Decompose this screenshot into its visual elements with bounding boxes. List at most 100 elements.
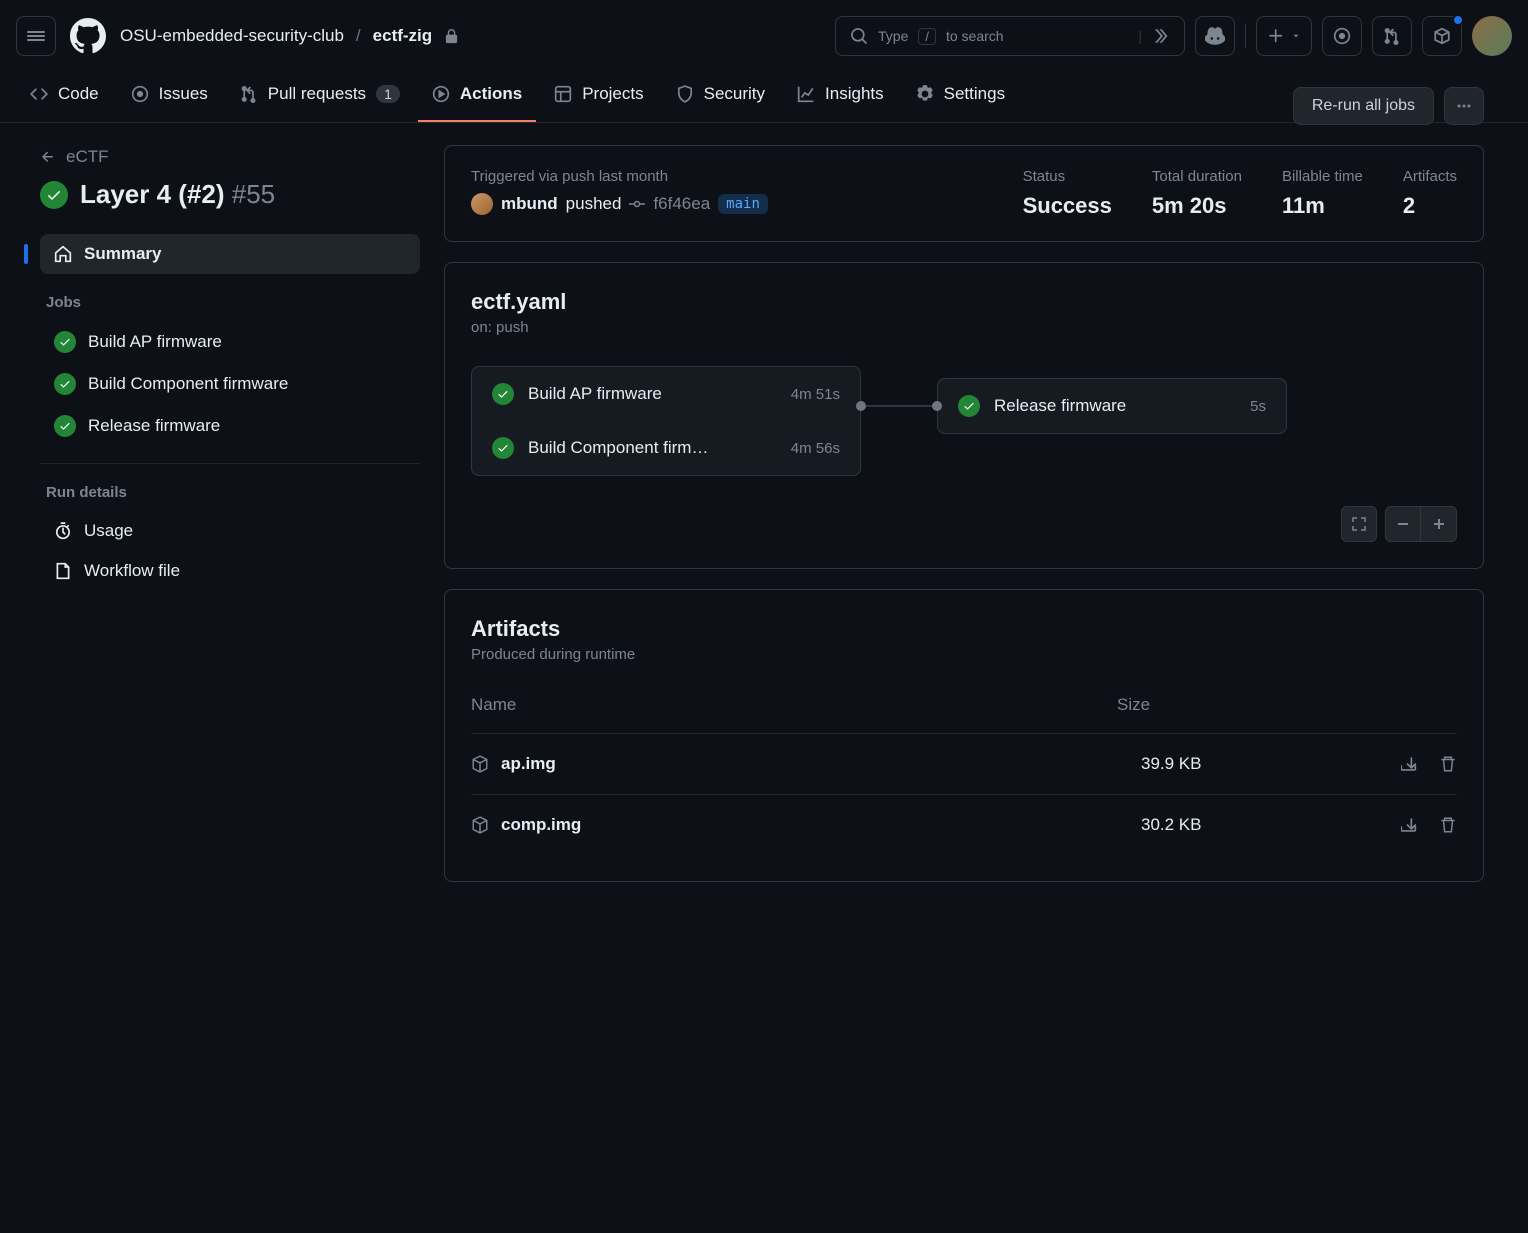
pull-requests-button[interactable]: [1372, 16, 1412, 56]
hamburger-menu[interactable]: [16, 16, 56, 56]
billable-value: 11m: [1282, 193, 1363, 219]
user-avatar[interactable]: [1472, 16, 1512, 56]
col-size-header: Size: [1117, 695, 1457, 715]
sidebar-job-1-label: Build Component firmware: [88, 374, 288, 394]
fullscreen-button[interactable]: [1341, 506, 1377, 542]
sidebar-summary-label: Summary: [84, 244, 161, 264]
topbar: OSU-embedded-security-club / ectf-zig Ty…: [0, 0, 1528, 64]
pr-icon: [240, 85, 258, 103]
sidebar-item-summary[interactable]: Summary: [40, 234, 420, 274]
sidebar-job-2[interactable]: Release firmware: [40, 405, 420, 447]
home-icon: [54, 245, 72, 263]
user-avatar-small[interactable]: [471, 193, 493, 215]
artifact-count-label: Artifacts: [1403, 168, 1457, 185]
workflow-card: ectf.yaml on: push Build AP firmware 4m …: [444, 262, 1484, 569]
kebab-icon: [1456, 98, 1472, 114]
job-node-0[interactable]: Build AP firmware 4m 51s: [472, 367, 860, 421]
tab-code-label: Code: [58, 84, 99, 104]
fullscreen-icon: [1351, 516, 1367, 532]
workflow-trigger: on: push: [471, 319, 1457, 336]
trash-icon: [1439, 755, 1457, 773]
command-palette-icon[interactable]: [1152, 27, 1170, 45]
more-actions-button[interactable]: [1444, 87, 1484, 125]
col-name-header: Name: [471, 695, 1117, 715]
package-icon: [471, 755, 489, 773]
breadcrumb-repo[interactable]: ectf-zig: [373, 26, 433, 46]
sidebar-item-workflow-file[interactable]: Workflow file: [40, 551, 420, 591]
lock-icon: [444, 29, 459, 44]
branch-badge[interactable]: main: [718, 194, 768, 214]
search-suffix: to search: [946, 28, 1004, 44]
job-node-2[interactable]: Release firmware 5s: [938, 379, 1286, 433]
minus-icon: [1395, 516, 1411, 532]
sidebar-details-label: Run details: [46, 484, 420, 501]
issues-button[interactable]: [1322, 16, 1362, 56]
search-input[interactable]: Type / to search |: [835, 16, 1185, 56]
artifact-count-value: 2: [1403, 193, 1457, 219]
trigger-action: pushed: [566, 194, 622, 214]
trash-icon: [1439, 816, 1457, 834]
sidebar-job-1[interactable]: Build Component firmware: [40, 363, 420, 405]
check-icon: [54, 331, 76, 353]
search-prefix: Type: [878, 28, 908, 44]
sidebar-job-0[interactable]: Build AP firmware: [40, 321, 420, 363]
zoom-in-button[interactable]: [1421, 506, 1457, 542]
back-link[interactable]: eCTF: [40, 147, 420, 167]
job-2-time: 5s: [1250, 398, 1266, 415]
run-title: Layer 4 (#2) #55: [80, 179, 275, 210]
rerun-all-button[interactable]: Re-run all jobs: [1293, 87, 1434, 125]
create-new-button[interactable]: [1256, 16, 1312, 56]
check-icon: [492, 437, 514, 459]
commit-icon: [629, 196, 645, 212]
run-title-row: Layer 4 (#2) #55: [40, 179, 420, 210]
sidebar: eCTF Layer 4 (#2) #55 Summary Jobs Build…: [20, 147, 420, 902]
notifications-button[interactable]: [1422, 16, 1462, 56]
artifact-row-0: ap.img 39.9 KB: [471, 733, 1457, 794]
sidebar-jobs-label: Jobs: [46, 294, 420, 311]
status-value: Success: [1023, 193, 1112, 219]
commit-sha[interactable]: f6f46ea: [653, 194, 710, 214]
tab-code[interactable]: Code: [16, 72, 113, 122]
sidebar-divider: [40, 463, 420, 464]
run-number: #55: [232, 179, 275, 209]
arrow-left-icon: [40, 149, 56, 165]
delete-button[interactable]: [1439, 816, 1457, 834]
download-button[interactable]: [1401, 816, 1419, 834]
download-button[interactable]: [1401, 755, 1419, 773]
delete-button[interactable]: [1439, 755, 1457, 773]
artifact-0-size: 39.9 KB: [1141, 754, 1401, 774]
file-icon: [54, 562, 72, 580]
issues-icon: [131, 85, 149, 103]
tab-pull-requests[interactable]: Pull requests 1: [226, 72, 414, 122]
tab-issues-label: Issues: [159, 84, 208, 104]
artifact-0-name[interactable]: ap.img: [501, 754, 556, 774]
job-0-name: Build AP firmware: [528, 384, 777, 404]
check-icon: [54, 373, 76, 395]
sidebar-item-usage[interactable]: Usage: [40, 511, 420, 551]
chevron-down-icon: [1291, 31, 1301, 41]
package-icon: [471, 816, 489, 834]
plus-icon: [1267, 27, 1285, 45]
github-logo[interactable]: [68, 16, 108, 56]
copilot-button[interactable]: [1195, 16, 1235, 56]
sidebar-usage-label: Usage: [84, 521, 133, 541]
billable-label: Billable time: [1282, 168, 1363, 185]
workflow-file-name[interactable]: ectf.yaml: [471, 289, 1457, 315]
artifacts-title: Artifacts: [471, 616, 1457, 642]
job-node-1[interactable]: Build Component firm… 4m 56s: [472, 421, 860, 475]
breadcrumb: OSU-embedded-security-club / ectf-zig: [120, 26, 459, 46]
artifact-1-name[interactable]: comp.img: [501, 815, 581, 835]
zoom-out-button[interactable]: [1385, 506, 1421, 542]
code-icon: [30, 85, 48, 103]
artifacts-header: Name Size: [471, 685, 1457, 733]
sidebar-job-0-label: Build AP firmware: [88, 332, 222, 352]
trigger-user[interactable]: mbund: [501, 194, 558, 214]
breadcrumb-org[interactable]: OSU-embedded-security-club: [120, 26, 344, 46]
main-content: Re-run all jobs Triggered via push last …: [444, 147, 1484, 902]
search-icon: [850, 27, 868, 45]
tab-pull-requests-label: Pull requests: [268, 84, 366, 104]
graph-connector: [861, 405, 937, 407]
tab-issues[interactable]: Issues: [117, 72, 222, 122]
workflow-graph[interactable]: Build AP firmware 4m 51s Build Component…: [471, 366, 1457, 476]
plus-icon: [1431, 516, 1447, 532]
